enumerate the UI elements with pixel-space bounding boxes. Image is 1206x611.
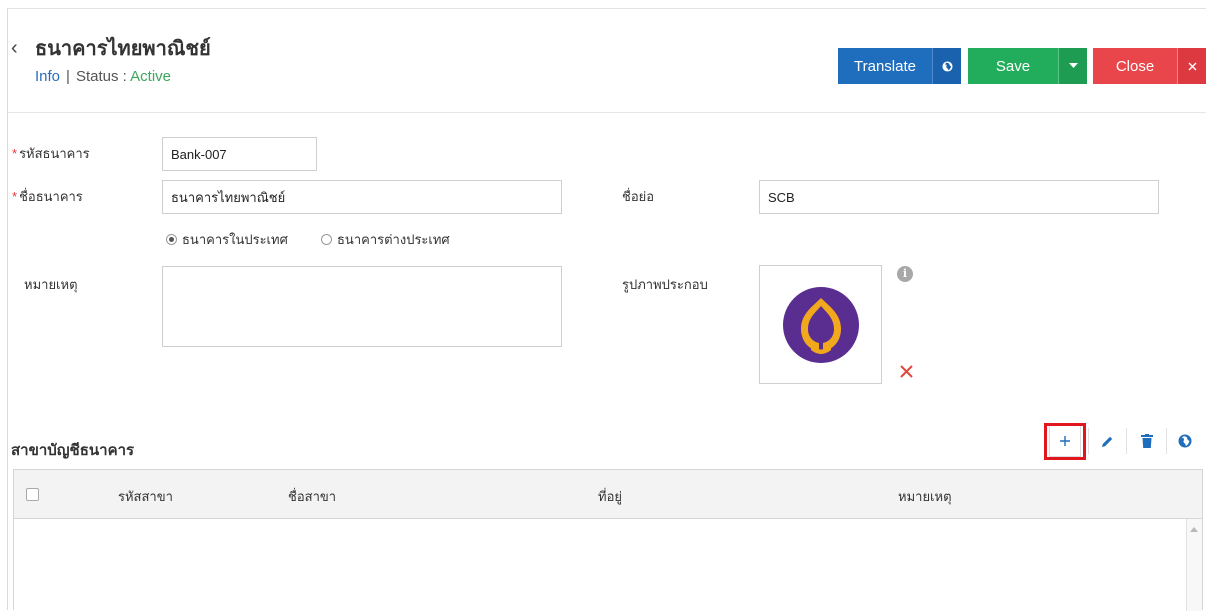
globe-icon[interactable]: [932, 48, 961, 84]
status-line: Info | Status : Active: [35, 67, 171, 87]
back-chevron-icon[interactable]: ‹: [11, 38, 18, 58]
toolbar-divider: [1088, 428, 1089, 454]
toolbar-divider: [1166, 428, 1167, 454]
table-header: รหัสสาขา ชื่อสาขา ที่อยู่ หมายเหตุ: [14, 470, 1202, 519]
bank-logo-image[interactable]: [759, 265, 882, 384]
globe-icon: [1178, 434, 1192, 448]
radio-domestic-label: ธนาคารในประเทศ: [182, 232, 288, 247]
save-button[interactable]: Save: [968, 48, 1087, 84]
radio-foreign-label: ธนาคารต่างประเทศ: [337, 232, 450, 247]
info-link[interactable]: Info: [35, 68, 60, 85]
edit-button[interactable]: [1091, 425, 1123, 457]
remark-textarea[interactable]: [162, 266, 562, 347]
close-label: Close: [1115, 57, 1155, 75]
pencil-icon: [1101, 436, 1112, 447]
close-icon[interactable]: [1177, 48, 1206, 84]
trash-icon: [1141, 434, 1153, 448]
plus-icon: [1060, 436, 1070, 446]
delete-button[interactable]: [1131, 425, 1163, 457]
section-title: สาขาบัญชีธนาคาร: [11, 442, 135, 459]
vertical-scrollbar[interactable]: [1186, 519, 1202, 611]
toolbar-divider: [1126, 428, 1127, 454]
close-button[interactable]: Close: [1093, 48, 1206, 84]
radio-dot-selected[interactable]: [166, 234, 177, 245]
scb-logo-icon: [782, 286, 859, 363]
short-name-field[interactable]: SCB: [759, 180, 1159, 214]
radio-dot[interactable]: [321, 234, 332, 245]
bank-name-label: * ชื่อธนาคาร: [12, 189, 83, 204]
header-divider: [8, 112, 1206, 113]
caret-down-icon[interactable]: [1058, 48, 1087, 84]
remark-label: หมายเหตุ: [24, 277, 78, 292]
separator: |: [66, 68, 70, 85]
radio-foreign[interactable]: ธนาคารต่างประเทศ: [321, 229, 450, 250]
translate-row-button[interactable]: [1169, 425, 1201, 457]
save-label: Save: [995, 57, 1031, 75]
translate-label: Translate: [854, 57, 916, 75]
status-value: Active: [130, 68, 171, 85]
column-header-branch-code[interactable]: รหัสสาขา: [118, 486, 173, 507]
select-all-checkbox[interactable]: [26, 488, 39, 501]
bank-code-field[interactable]: Bank-007: [162, 137, 317, 171]
add-button[interactable]: [1049, 425, 1081, 457]
page-title: ธนาคารไทยพาณิชย์: [35, 38, 211, 60]
radio-domestic[interactable]: ธนาคารในประเทศ: [166, 229, 288, 250]
short-name-label: ชื่อย่อ: [622, 189, 655, 204]
bank-code-label: * รหัสธนาคาร: [12, 146, 90, 161]
remove-image-icon[interactable]: [900, 365, 913, 383]
info-icon[interactable]: i: [897, 266, 913, 282]
column-header-remark[interactable]: หมายเหตุ: [898, 486, 952, 507]
status-label: Status :: [75, 68, 127, 85]
column-header-address[interactable]: ที่อยู่: [598, 486, 622, 507]
branches-table: รหัสสาขา ชื่อสาขา ที่อยู่ หมายเหตุ: [13, 469, 1203, 611]
image-label: รูปภาพประกอบ: [622, 277, 708, 292]
bank-name-field[interactable]: ธนาคารไทยพาณิชย์: [162, 180, 562, 214]
scroll-up-arrow-icon[interactable]: [1190, 527, 1198, 532]
translate-button[interactable]: Translate: [838, 48, 961, 84]
column-header-branch-name[interactable]: ชื่อสาขา: [288, 486, 336, 507]
